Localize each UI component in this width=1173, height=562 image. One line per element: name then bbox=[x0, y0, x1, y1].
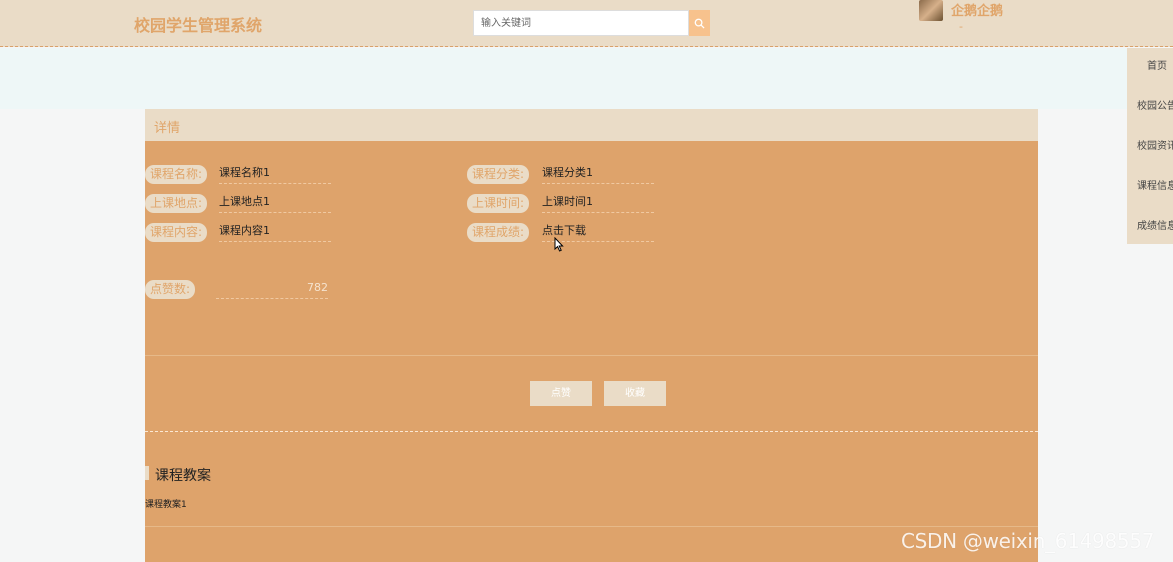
course-category-label: 课程分类: bbox=[467, 165, 530, 184]
course-content-label: 课程内容: bbox=[145, 223, 208, 242]
username[interactable]: 企鹅企鹅 bbox=[951, 0, 1003, 19]
divider bbox=[145, 355, 1038, 356]
class-location-label: 上课地点: bbox=[145, 194, 208, 213]
search-icon bbox=[694, 18, 705, 29]
app-title[interactable]: 校园学生管理系统 bbox=[134, 12, 262, 36]
favorite-button[interactable]: 收藏 bbox=[604, 381, 666, 406]
search-input[interactable] bbox=[473, 10, 689, 36]
watermark-text: CSDN @weixin_61498557 bbox=[901, 529, 1155, 553]
avatar[interactable] bbox=[919, 0, 943, 21]
class-time-label: 上课时间: bbox=[467, 194, 530, 213]
user-sub-text: - bbox=[959, 20, 963, 33]
top-header: 校园学生管理系统 企鹅企鹅 - bbox=[0, 0, 1173, 47]
section-divider bbox=[145, 526, 1038, 527]
class-time-value: 上课时间1 bbox=[542, 193, 654, 213]
side-nav-item-courses[interactable]: 课程信息 bbox=[1127, 168, 1173, 208]
side-nav-item-home[interactable]: 首页 bbox=[1127, 48, 1173, 88]
like-button[interactable]: 点赞 bbox=[530, 381, 592, 406]
dashed-divider bbox=[145, 431, 1038, 432]
section-body: 课程教案1 bbox=[145, 500, 187, 510]
likes-count: 782 bbox=[216, 279, 328, 299]
likes-label: 点赞数: bbox=[145, 280, 196, 299]
side-nav-item-grades[interactable]: 成绩信息 bbox=[1127, 208, 1173, 244]
search-bar bbox=[473, 10, 710, 36]
detail-title: 详情 bbox=[154, 121, 181, 136]
side-nav: 首页 校园公告 校园资讯 课程信息 成绩信息 bbox=[1127, 48, 1173, 244]
course-name-label: 课程名称: bbox=[145, 165, 208, 184]
mouse-cursor-icon bbox=[554, 237, 564, 252]
section-title: 课程教案 bbox=[155, 468, 211, 484]
search-button[interactable] bbox=[689, 10, 710, 36]
course-content-value: 课程内容1 bbox=[219, 222, 331, 242]
course-name-value: 课程名称1 bbox=[219, 164, 331, 184]
detail-header: 详情 bbox=[145, 109, 1038, 141]
side-nav-item-news[interactable]: 校园资讯 bbox=[1127, 128, 1173, 168]
side-nav-item-announcements[interactable]: 校园公告 bbox=[1127, 88, 1173, 128]
course-grade-label: 课程成绩: bbox=[467, 223, 530, 242]
course-category-value: 课程分类1 bbox=[542, 164, 654, 184]
banner-band bbox=[0, 48, 1173, 109]
class-location-value: 上课地点1 bbox=[219, 193, 331, 213]
detail-card: 课程名称: 课程名称1 课程分类: 课程分类1 上课地点: 上课地点1 上课时间… bbox=[145, 141, 1038, 562]
section-marker bbox=[145, 466, 149, 480]
